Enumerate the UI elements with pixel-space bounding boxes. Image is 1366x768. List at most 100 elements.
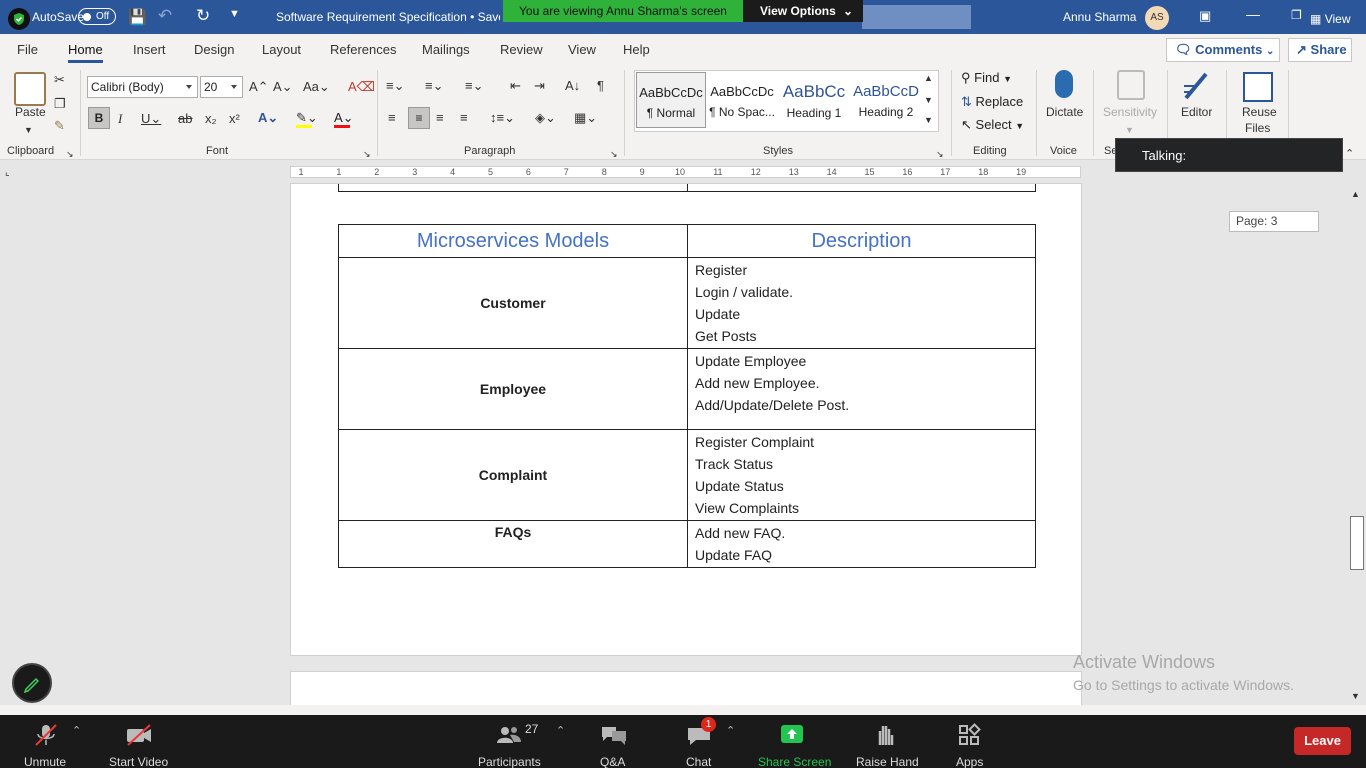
- align-left-icon[interactable]: ≡: [388, 110, 396, 126]
- tab-selector-icon[interactable]: ⌞: [5, 165, 10, 181]
- tab-insert[interactable]: Insert: [133, 42, 166, 57]
- increase-indent-icon[interactable]: ⇥: [534, 78, 545, 94]
- change-case-icon[interactable]: Aa⌄: [303, 79, 330, 95]
- redo-icon[interactable]: ↻: [196, 6, 210, 26]
- shrink-font-icon[interactable]: A⌄: [273, 79, 293, 95]
- copy-icon[interactable]: ❐: [54, 96, 66, 112]
- tab-view[interactable]: View: [568, 42, 596, 57]
- replace-button[interactable]: ⇅ Replace: [961, 94, 1023, 110]
- search-box[interactable]: [862, 5, 971, 29]
- document-page[interactable]: Microservices Models Description Custome…: [290, 183, 1082, 656]
- strikethrough-icon[interactable]: ab: [178, 111, 192, 127]
- apps-button[interactable]: Apps: [956, 755, 983, 768]
- annotate-button[interactable]: [12, 663, 52, 703]
- highlight-icon[interactable]: ✎⌄: [296, 110, 318, 126]
- tab-mailings[interactable]: Mailings: [422, 42, 470, 57]
- sort-icon[interactable]: A↓: [565, 78, 580, 94]
- undo-icon[interactable]: ↶: [158, 6, 172, 26]
- raise-hand-button[interactable]: Raise Hand: [856, 755, 919, 768]
- restore-icon[interactable]: ❐: [1291, 8, 1302, 22]
- find-button[interactable]: ⚲ Find ▼: [961, 70, 1012, 86]
- style-heading-2[interactable]: AaBbCcD Heading 2: [851, 72, 921, 128]
- cut-icon[interactable]: ✂: [54, 72, 65, 88]
- scroll-down-icon[interactable]: ▼: [1351, 688, 1360, 704]
- decrease-indent-icon[interactable]: ⇤: [510, 78, 521, 94]
- italic-icon[interactable]: I: [118, 111, 122, 127]
- font-size-select[interactable]: 20: [200, 76, 243, 98]
- scroll-up-icon[interactable]: ▲: [1351, 186, 1360, 202]
- chat-button[interactable]: Chat: [686, 755, 711, 768]
- multilevel-list-icon[interactable]: ≡⌄: [465, 78, 483, 94]
- leave-button[interactable]: Leave: [1294, 727, 1351, 755]
- view-menu[interactable]: ▦ View: [1310, 12, 1350, 26]
- reuse-files-icon[interactable]: [1243, 72, 1273, 102]
- ribbon-display-icon[interactable]: ▣: [1199, 8, 1211, 24]
- text-effects-icon[interactable]: A⌄: [258, 110, 278, 126]
- customize-toolbar-icon[interactable]: ▼: [229, 8, 240, 20]
- tab-design[interactable]: Design: [194, 42, 234, 57]
- comments-button[interactable]: 🗨 Comments ⌄: [1166, 38, 1280, 62]
- subscript-icon[interactable]: x₂: [205, 111, 217, 127]
- save-icon[interactable]: 💾: [128, 8, 147, 26]
- tab-review[interactable]: Review: [500, 42, 543, 57]
- shading-icon[interactable]: ◈⌄: [535, 110, 556, 126]
- underline-icon[interactable]: U⌄: [141, 111, 161, 127]
- chevron-up-icon[interactable]: ⌃: [72, 723, 81, 739]
- superscript-icon[interactable]: x²: [229, 111, 240, 127]
- styles-scroll-up-icon[interactable]: ▲: [924, 70, 933, 86]
- unmute-button[interactable]: Unmute: [24, 755, 66, 768]
- numbering-icon[interactable]: ≡⌄: [425, 78, 443, 94]
- align-center-icon[interactable]: ≡: [408, 107, 430, 129]
- bold-icon[interactable]: B: [88, 107, 110, 129]
- chevron-up-icon[interactable]: ⌃: [726, 723, 735, 739]
- autosave-toggle[interactable]: Off: [78, 8, 116, 25]
- format-painter-icon[interactable]: ✎: [54, 118, 65, 134]
- tab-references[interactable]: References: [330, 42, 396, 57]
- share-screen-button[interactable]: Share Screen: [758, 755, 831, 768]
- styles-scroll-down-icon[interactable]: ▼: [924, 92, 933, 108]
- apps-icon[interactable]: [954, 723, 984, 747]
- bullets-icon[interactable]: ≡⌄: [386, 78, 404, 94]
- paste-icon[interactable]: [14, 72, 46, 106]
- scroll-thumb[interactable]: [1350, 516, 1364, 570]
- vertical-scrollbar[interactable]: ▲ ▼: [1348, 183, 1366, 705]
- share-screen-icon[interactable]: [777, 723, 807, 747]
- style-normal[interactable]: AaBbCcDc ¶ Normal: [636, 72, 706, 128]
- tab-file[interactable]: File: [17, 42, 38, 57]
- microphone-muted-icon[interactable]: [31, 723, 61, 747]
- tab-home[interactable]: Home: [68, 42, 103, 63]
- editor-button[interactable]: Editor: [1181, 105, 1212, 119]
- grow-font-icon[interactable]: A⌃: [249, 79, 269, 95]
- microphone-icon[interactable]: [1055, 70, 1073, 98]
- show-formatting-icon[interactable]: ¶: [597, 78, 604, 94]
- borders-icon[interactable]: ▦⌄: [574, 110, 597, 126]
- align-right-icon[interactable]: ≡: [436, 110, 444, 126]
- chevron-down-icon[interactable]: ▼: [24, 122, 33, 138]
- font-name-select[interactable]: Calibri (Body): [87, 76, 198, 98]
- qa-icon[interactable]: [599, 723, 629, 747]
- styles-more-icon[interactable]: ▼: [924, 112, 933, 128]
- chevron-up-icon[interactable]: ⌃: [556, 723, 565, 739]
- reuse-files-label-1[interactable]: Reuse: [1242, 105, 1277, 119]
- share-button[interactable]: ↗ Share: [1288, 38, 1352, 62]
- raise-hand-icon[interactable]: [870, 723, 900, 747]
- participants-icon[interactable]: [494, 723, 524, 747]
- justify-icon[interactable]: ≡: [460, 110, 468, 126]
- line-spacing-icon[interactable]: ↕≡⌄: [490, 110, 515, 126]
- start-video-button[interactable]: Start Video: [109, 755, 168, 768]
- view-options-button[interactable]: View Options ⌄: [743, 0, 863, 22]
- minimize-icon[interactable]: —: [1246, 6, 1260, 22]
- editor-icon[interactable]: [1182, 70, 1212, 102]
- participants-button[interactable]: Participants: [478, 755, 541, 768]
- video-off-icon[interactable]: [124, 723, 154, 747]
- clear-formatting-icon[interactable]: A⌫: [348, 79, 375, 95]
- qa-button[interactable]: Q&A: [600, 755, 625, 768]
- reuse-files-label-2[interactable]: Files: [1245, 121, 1270, 135]
- style-heading-1[interactable]: AaBbCc Heading 1: [779, 72, 849, 128]
- horizontal-ruler[interactable]: 1 1 2 3 4 5 6 7 8 9 10 11 12 13 14 15 16 17 18 19: [290, 166, 1081, 178]
- tab-layout[interactable]: Layout: [262, 42, 301, 57]
- paste-button[interactable]: Paste: [15, 105, 46, 119]
- font-color-icon[interactable]: A⌄: [334, 110, 354, 126]
- avatar[interactable]: AS: [1145, 6, 1169, 30]
- tab-help[interactable]: Help: [623, 42, 650, 57]
